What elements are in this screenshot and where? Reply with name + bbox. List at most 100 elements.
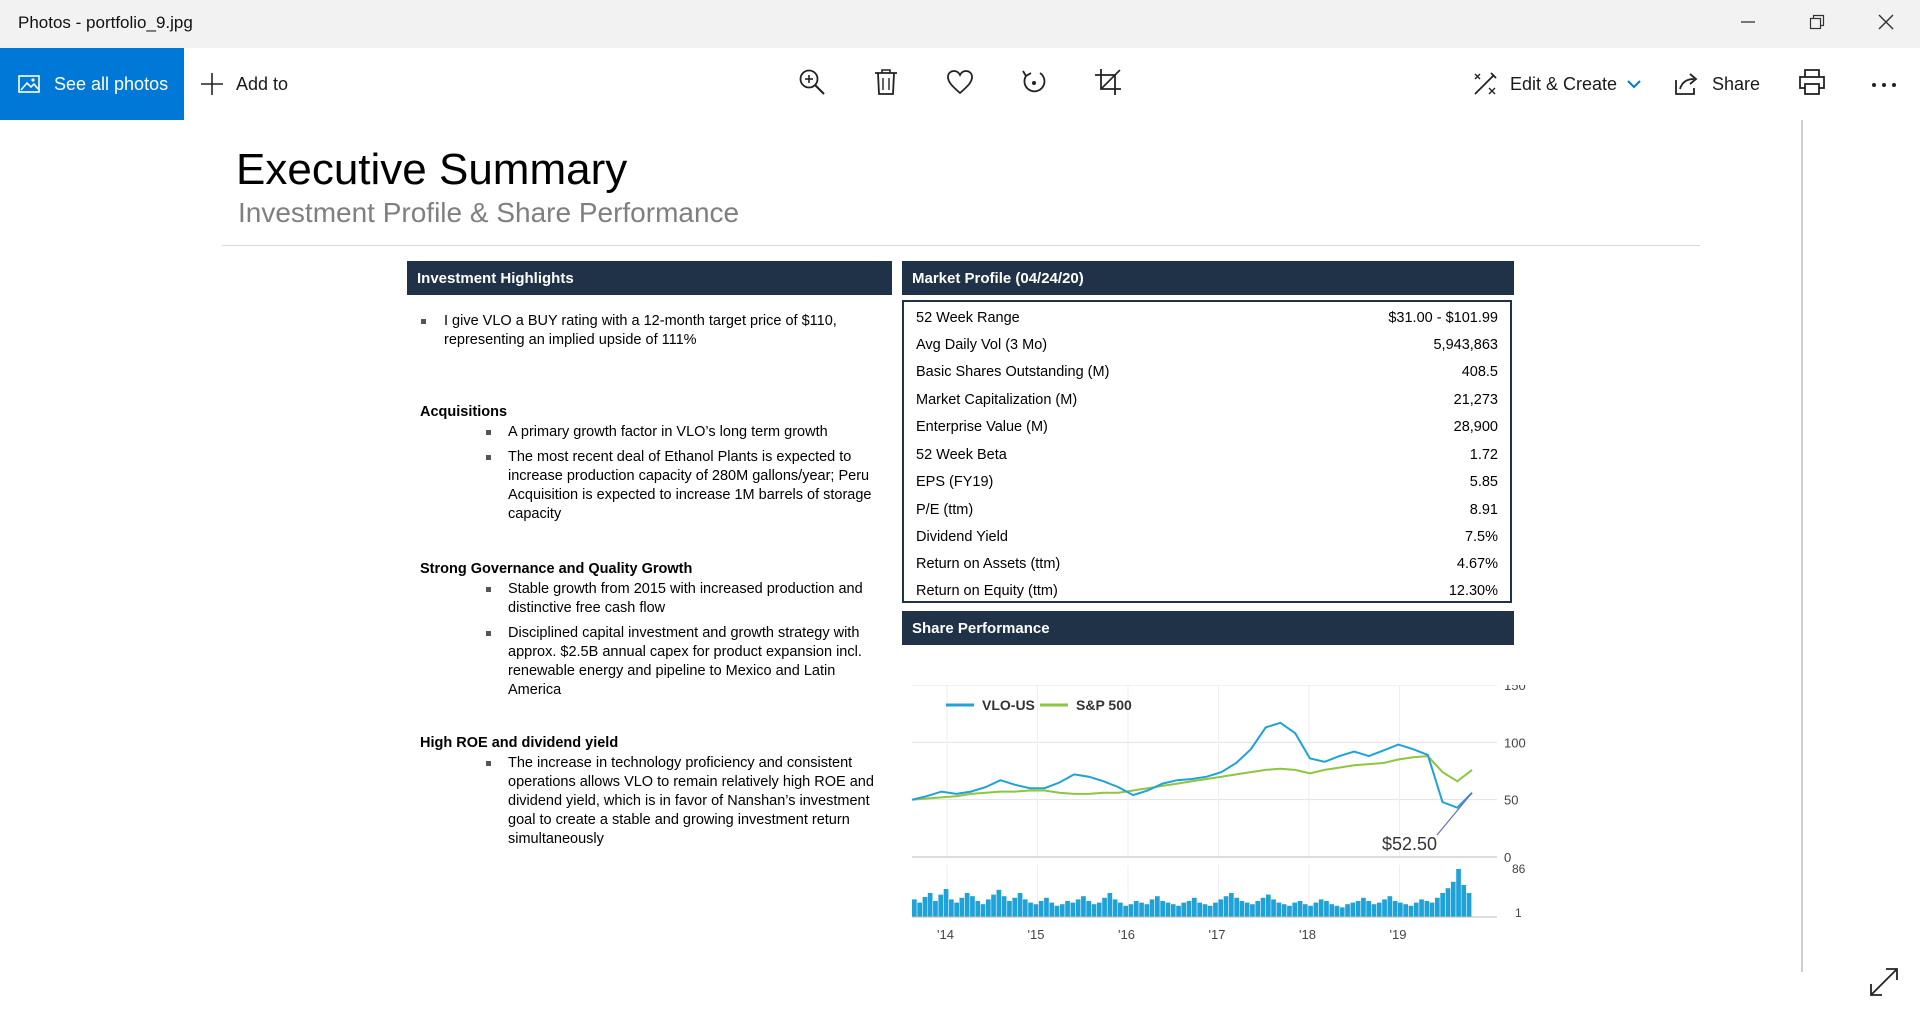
- minimize-icon: [1740, 14, 1756, 35]
- volume-bar: [1244, 902, 1250, 917]
- restore-button[interactable]: [1782, 0, 1851, 48]
- volume-bar: [1297, 901, 1303, 917]
- volume-bar: [938, 894, 944, 917]
- print-button[interactable]: [1792, 64, 1832, 104]
- photo-icon: [18, 73, 40, 95]
- table-row: Market Capitalization (M) 21,273: [916, 388, 1498, 415]
- volume-bar: [1387, 896, 1393, 917]
- window-title: Photos - portfolio_9.jpg: [18, 13, 193, 32]
- more-options-icon: [1871, 75, 1897, 93]
- share-button[interactable]: Share: [1674, 48, 1760, 120]
- printer-icon: [1798, 68, 1826, 101]
- crop-button[interactable]: [1088, 64, 1128, 104]
- row-label: P/E (ttm): [916, 502, 974, 518]
- volume-bar: [1287, 905, 1292, 917]
- volume-bar: [1276, 902, 1282, 917]
- zoom-button[interactable]: [792, 64, 832, 104]
- edit-create-button[interactable]: Edit & Create: [1472, 48, 1641, 120]
- see-all-photos-button[interactable]: See all photos: [0, 48, 184, 120]
- volume-bar: [996, 889, 1002, 917]
- rotate-button[interactable]: [1014, 64, 1054, 104]
- bullet-line: A primary growth factor in VLO’s long te…: [508, 424, 828, 440]
- table-row: Enterprise Value (M) 28,900: [916, 415, 1498, 442]
- volume-bar: [1429, 902, 1435, 917]
- volume-bar: [1445, 888, 1451, 917]
- row-value: 8.91: [1469, 502, 1498, 518]
- row-value: $31.00 - $101.99: [1388, 310, 1498, 326]
- volume-bar: [970, 896, 975, 917]
- bullet-line: Acquisition is expected to increase 1M b…: [508, 487, 872, 503]
- row-value: 12.30%: [1448, 583, 1498, 599]
- volume-bar: [1371, 904, 1377, 917]
- bullet-line: The increase in technology proficiency a…: [508, 755, 853, 771]
- volume-bar: [959, 897, 965, 917]
- table-row: Return on Equity (ttm) 12.30%: [916, 579, 1498, 606]
- volume-bar: [1223, 896, 1229, 917]
- vertical-scrollbar[interactable]: [1801, 120, 1803, 972]
- volume-bar: [1218, 899, 1224, 917]
- volume-bar: [1234, 897, 1239, 917]
- volume-bar: [1334, 905, 1340, 917]
- close-icon: [1878, 14, 1894, 35]
- share-performance-chart: VLO-US S&P 500 0 50 100 150 $52.50 86 1 '14…: [911, 685, 1526, 942]
- volume-bar: [1081, 896, 1086, 917]
- volume-bars: [912, 869, 1497, 918]
- row-value: 1.72: [1469, 447, 1498, 463]
- title-bar: Photos - portfolio_9.jpg: [0, 0, 1920, 48]
- volume-bar: [1065, 901, 1070, 917]
- volume-bar: [975, 901, 981, 917]
- volume-bar: [1197, 902, 1202, 917]
- row-label: Dividend Yield: [916, 529, 1008, 545]
- table-row: Avg Daily Vol (3 Mo) 5,943,863: [916, 333, 1498, 360]
- crop-icon: [1094, 68, 1122, 101]
- edit-create-label: Edit & Create: [1510, 73, 1618, 94]
- row-label: EPS (FY19): [916, 474, 994, 490]
- trash-icon: [873, 68, 899, 101]
- y-tick-label: 150: [1504, 685, 1526, 693]
- row-value: 5,943,863: [1433, 337, 1498, 353]
- x-axis-ticks: '14 '15 '16 '17 '18 '19: [937, 927, 1406, 942]
- volume-bar: [1086, 901, 1091, 917]
- table-row: Dividend Yield 7.5%: [916, 525, 1498, 552]
- bullet: [421, 319, 426, 324]
- volume-bar: [1059, 904, 1065, 917]
- fullscreen-button[interactable]: [1868, 966, 1900, 1003]
- volume-bar: [1007, 901, 1012, 917]
- highlight-bullet: The increase in technology proficiency a…: [508, 754, 908, 849]
- volume-bar: [1165, 902, 1171, 917]
- volume-bar: [1350, 902, 1356, 917]
- volume-bar: [912, 899, 917, 917]
- y-axis-ticks: 0 50 100 150: [1504, 685, 1526, 865]
- bullet: [486, 761, 491, 766]
- row-value: 5.85: [1469, 474, 1498, 490]
- delete-button[interactable]: [866, 64, 906, 104]
- bullet-line: Stable growth from 2015 with increased p…: [508, 581, 863, 597]
- table-row: P/E (ttm) 8.91: [916, 498, 1498, 525]
- volume-bar: [1366, 901, 1371, 917]
- volume-bar: [1392, 901, 1398, 917]
- volume-bar: [1456, 869, 1461, 917]
- add-to-button[interactable]: Add to: [200, 48, 288, 120]
- close-button[interactable]: [1851, 0, 1920, 48]
- row-value: 28,900: [1453, 419, 1498, 435]
- volume-bar: [1012, 897, 1018, 917]
- bullet-line: renewable energy and pipeline to Mexico …: [508, 663, 836, 679]
- volume-bar: [1022, 899, 1028, 917]
- volume-bar: [1239, 901, 1245, 917]
- bullet-line: Disciplined capital investment and growt…: [508, 625, 860, 641]
- series-line-vlo: [911, 721, 1473, 809]
- bullet: [486, 455, 491, 460]
- more-button[interactable]: [1864, 64, 1904, 104]
- highlights-intro-line: I give VLO a BUY rating with a 12-month …: [444, 313, 837, 329]
- volume-bar: [1408, 905, 1414, 917]
- volume-bar: [1435, 897, 1440, 917]
- minimize-button[interactable]: [1713, 0, 1782, 48]
- expand-icon: [1868, 968, 1900, 1002]
- volume-bar: [1361, 897, 1366, 917]
- slide-image: Executive Summary Investment Profile & S…: [222, 145, 1700, 975]
- volume-bar: [1382, 899, 1387, 917]
- x-tick-label: '18: [1299, 927, 1316, 942]
- favorite-button[interactable]: [940, 64, 980, 104]
- row-value: 7.5%: [1464, 529, 1498, 545]
- bullet-line: dividend yield, which is in favor of Nan…: [508, 793, 870, 809]
